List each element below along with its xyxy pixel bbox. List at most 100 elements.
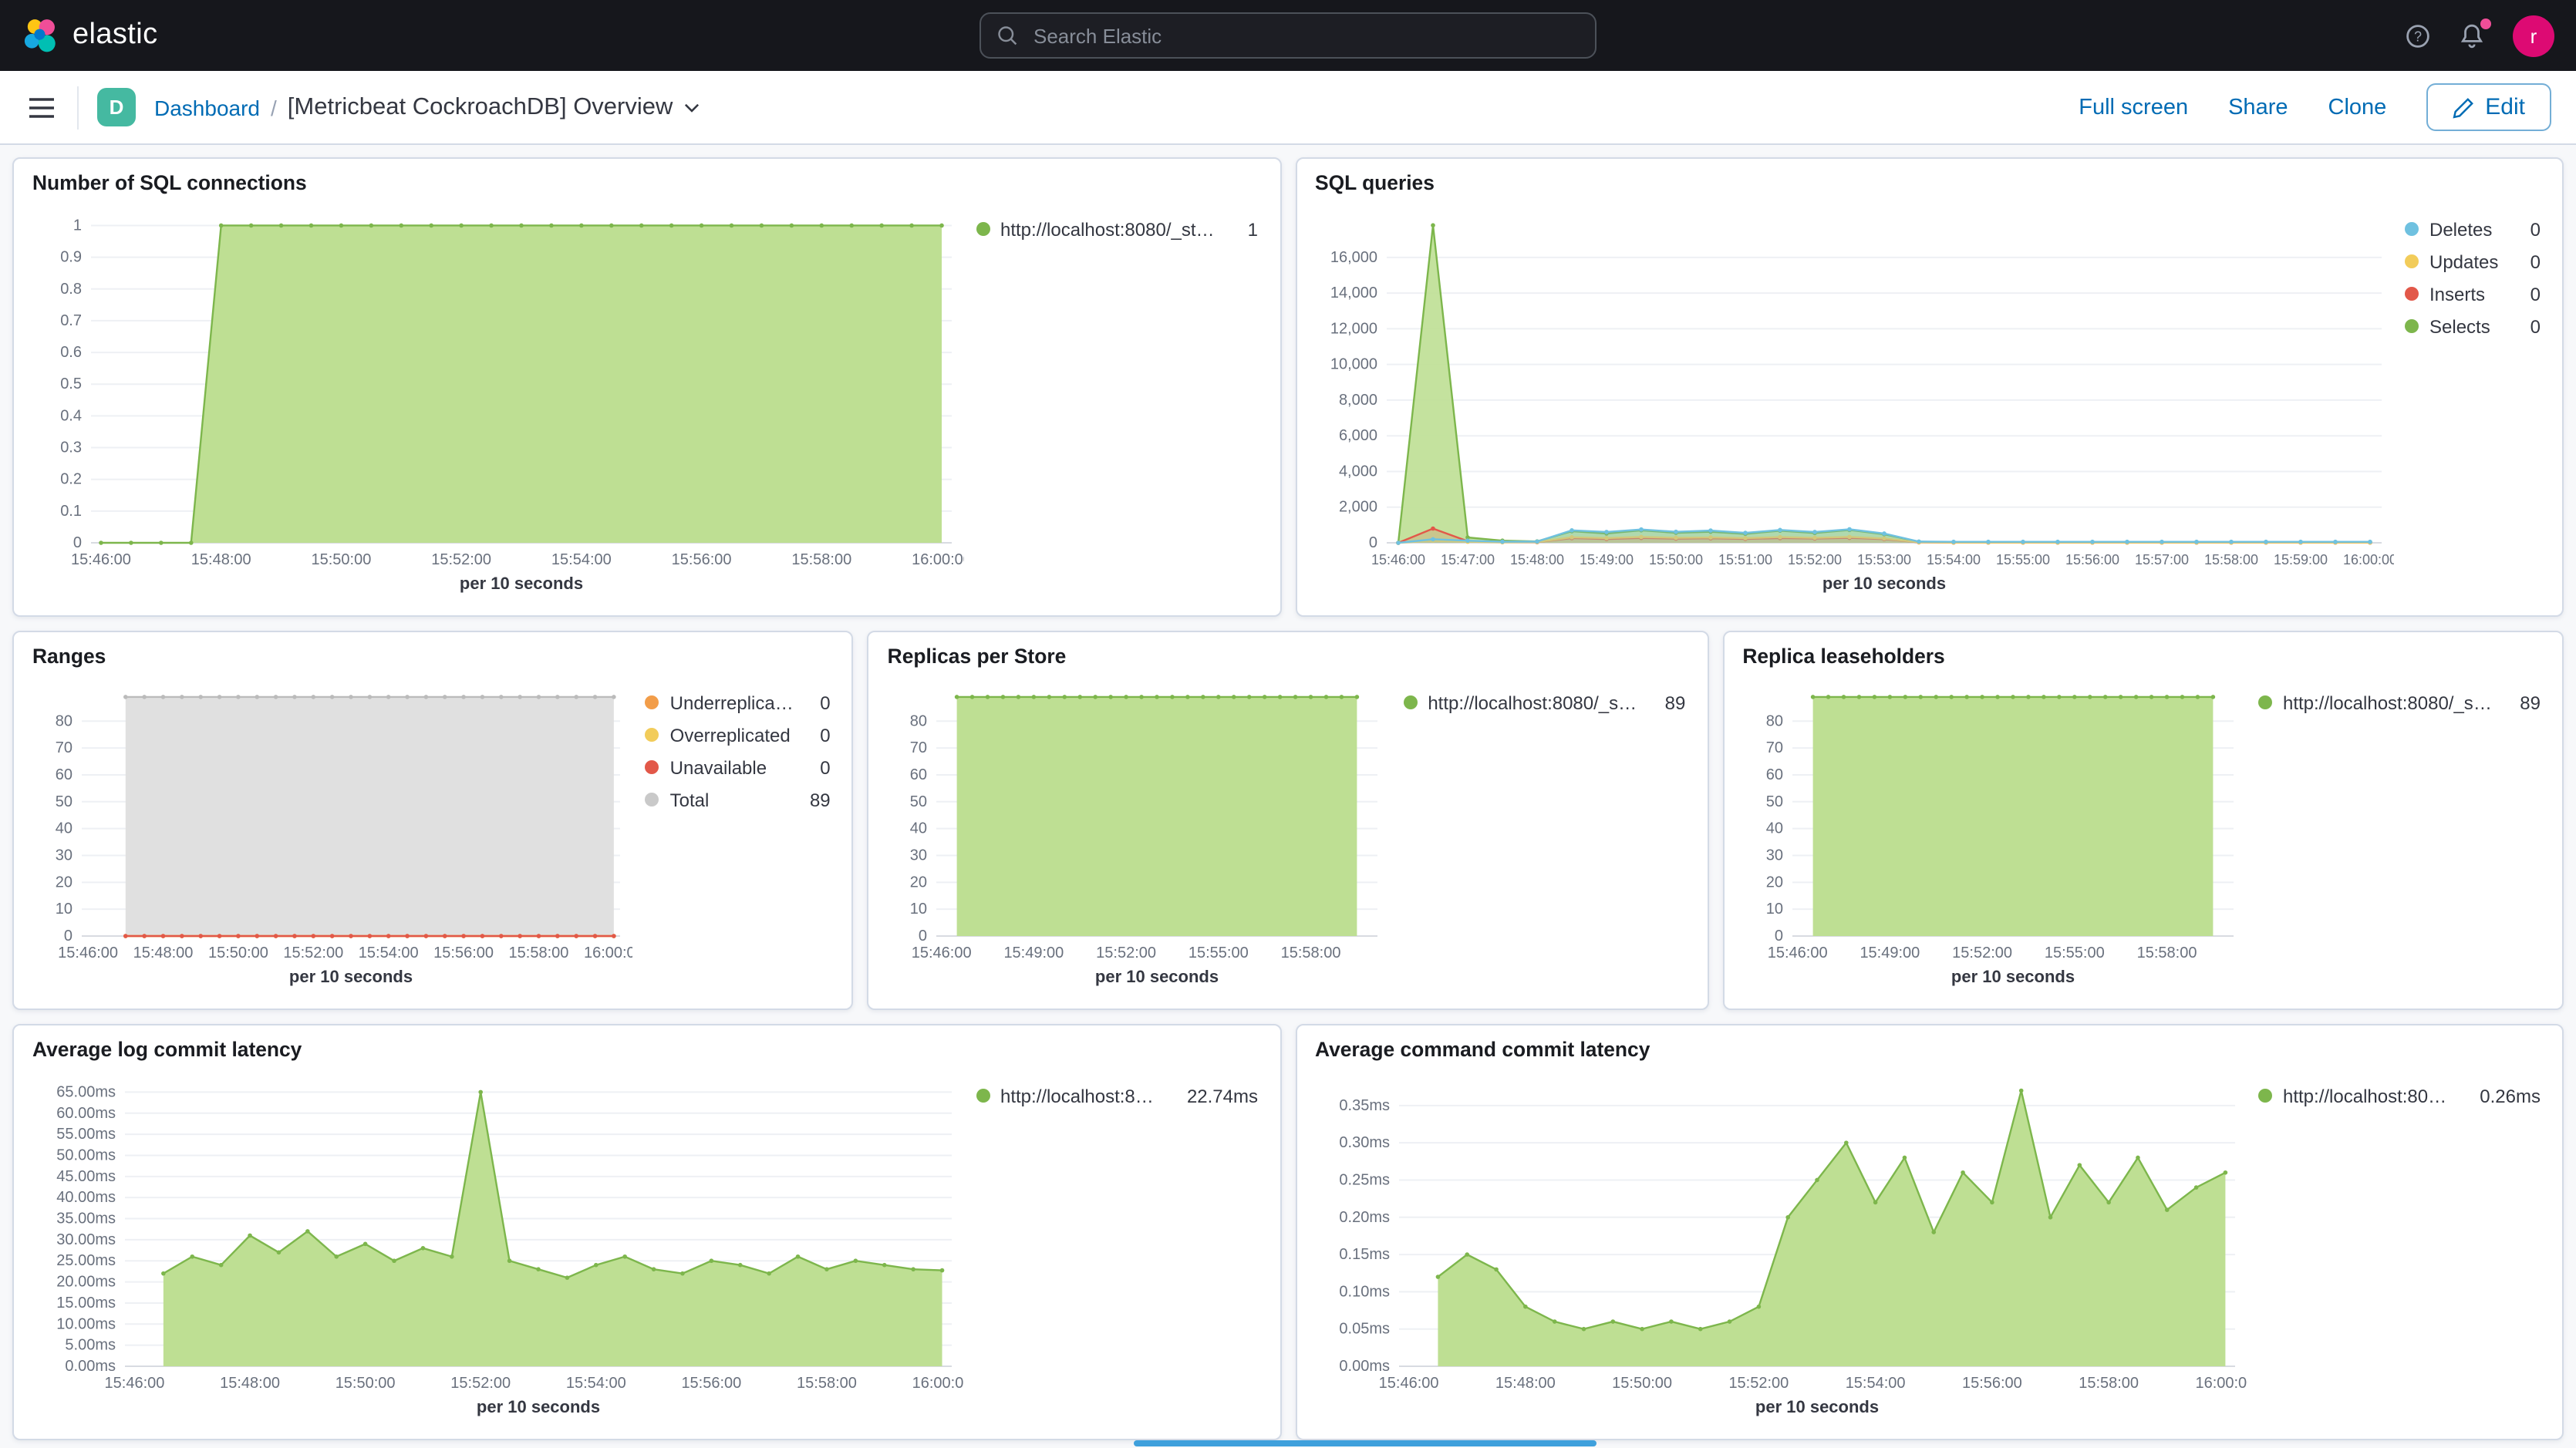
notifications-icon[interactable] [2459,22,2485,49]
elastic-logo[interactable] [22,16,60,55]
svg-text:0.35ms: 0.35ms [1338,1097,1389,1114]
legend-item[interactable]: Inserts0 [2405,278,2541,310]
panel-title: Replica leaseholders [1742,645,2547,668]
svg-text:0.6: 0.6 [60,344,82,361]
svg-text:0.30ms: 0.30ms [1338,1134,1389,1151]
svg-text:15:52:00: 15:52:00 [450,1375,511,1392]
legend-value: 1 [1236,218,1258,240]
svg-text:15:54:00: 15:54:00 [551,551,612,568]
full-screen-button[interactable]: Full screen [2079,95,2188,120]
breadcrumb-separator: / [271,95,277,120]
svg-text:10: 10 [56,901,72,918]
search-input[interactable] [1030,22,1580,49]
legend-value: 0 [2518,283,2541,305]
space-badge[interactable]: D [97,88,136,126]
svg-text:0.7: 0.7 [60,312,82,329]
svg-text:0.05ms: 0.05ms [1338,1321,1389,1338]
user-avatar[interactable]: r [2513,15,2554,56]
legend-item[interactable]: http://localhost:808...22.74ms [976,1079,1258,1112]
svg-text:60: 60 [1765,766,1782,783]
svg-text:15:58:00: 15:58:00 [797,1375,857,1392]
svg-text:14,000: 14,000 [1330,285,1377,301]
svg-text:0: 0 [1774,928,1782,945]
sql-connections-chart[interactable]: 00.10.20.30.40.50.60.70.80.9115:46:0015:… [29,197,963,598]
svg-text:10.00ms: 10.00ms [56,1315,116,1332]
svg-text:16:00:00: 16:00:00 [584,945,632,961]
help-icon[interactable]: ? [2405,22,2431,49]
svg-text:0.1: 0.1 [60,503,82,520]
svg-text:16:00:00: 16:00:00 [912,551,964,568]
legend-item[interactable]: Selects0 [2405,310,2541,342]
svg-text:50.00ms: 50.00ms [56,1147,116,1163]
svg-text:15:52:00: 15:52:00 [431,551,491,568]
legend-value: 0.26ms [2467,1085,2541,1106]
panel-title: SQL queries [1315,171,2547,194]
ranges-chart[interactable]: 0102030405060708015:46:0015:48:0015:50:0… [29,671,633,992]
legend-value: 89 [2507,692,2541,713]
legend-item[interactable]: Deletes0 [2405,213,2541,245]
svg-text:50: 50 [910,793,927,810]
svg-text:15:50:00: 15:50:00 [1611,1375,1671,1392]
svg-text:16,000: 16,000 [1330,249,1377,266]
legend-color-dot [2258,695,2272,709]
breadcrumb-dashboard[interactable]: Dashboard [154,95,260,120]
svg-text:15:51:00: 15:51:00 [1718,552,1772,567]
edit-button-label: Edit [2485,94,2525,120]
title-chevron-icon[interactable] [682,97,702,117]
svg-text:15:46:00: 15:46:00 [1371,552,1425,567]
svg-text:per 10 seconds: per 10 seconds [1822,574,1945,593]
dashboard-grid: Number of SQL connections 00.10.20.30.40… [0,145,2576,1448]
global-search-box[interactable] [979,12,1597,59]
legend-item[interactable]: http://localhost:8080/_sta...89 [1403,686,1685,719]
legend-label: http://localhost:8080/_sta... [1428,692,1641,713]
svg-text:per 10 seconds: per 10 seconds [1096,967,1219,986]
svg-text:15:55:00: 15:55:00 [2044,945,2104,961]
legend-item[interactable]: http://localhost:8080/_stat...1 [976,213,1258,245]
legend-item[interactable]: Updates0 [2405,245,2541,278]
legend-label: Deletes [2429,218,2492,240]
legend-value: 0 [2518,315,2541,337]
svg-text:40.00ms: 40.00ms [56,1189,116,1206]
replica-leaseholders-chart[interactable]: 0102030405060708015:46:0015:49:0015:52:0… [1739,671,2246,992]
legend-label: Underreplicated [670,692,797,713]
edit-button[interactable]: Edit [2426,83,2551,131]
svg-text:per 10 seconds: per 10 seconds [1755,1397,1878,1416]
hamburger-icon [28,96,56,118]
svg-text:15:53:00: 15:53:00 [1856,552,1910,567]
svg-text:6,000: 6,000 [1338,427,1377,444]
command-commit-latency-chart[interactable]: 0.00ms0.05ms0.10ms0.15ms0.20ms0.25ms0.30… [1312,1064,2246,1422]
chart-legend: http://localhost:8080/_stat...1 [963,197,1264,598]
share-button[interactable]: Share [2228,95,2288,120]
svg-text:per 10 seconds: per 10 seconds [460,574,583,593]
clone-button[interactable]: Clone [2328,95,2387,120]
svg-text:0.20ms: 0.20ms [1338,1209,1389,1226]
legend-label: http://localhost:808... [1000,1085,1164,1106]
brand-name: elastic [72,19,158,52]
svg-text:15:46:00: 15:46:00 [105,1375,165,1392]
svg-text:30: 30 [1765,847,1782,864]
legend-item[interactable]: Underreplicated0 [646,686,831,719]
legend-color-dot [646,760,659,774]
legend-item[interactable]: Unavailable0 [646,751,831,783]
svg-text:35.00ms: 35.00ms [56,1211,116,1227]
page-title: [Metricbeat CockroachDB] Overview [288,93,673,121]
svg-text:15:56:00: 15:56:00 [1961,1375,2021,1392]
legend-item[interactable]: http://localhost:8080...0.26ms [2258,1079,2541,1112]
legend-item[interactable]: Total89 [646,783,831,816]
svg-text:0.8: 0.8 [60,281,82,298]
svg-text:15:50:00: 15:50:00 [208,945,268,961]
log-commit-latency-chart[interactable]: 0.00ms5.00ms10.00ms15.00ms20.00ms25.00ms… [29,1064,963,1422]
legend-label: Overreplicated [670,724,791,746]
sql-queries-chart[interactable]: 02,0004,0006,0008,00010,00012,00014,0001… [1312,197,2392,598]
svg-text:10: 10 [910,901,927,918]
horizontal-scrollbar-thumb[interactable] [1134,1440,1597,1446]
svg-text:16:00:00: 16:00:00 [2194,1375,2247,1392]
replicas-per-store-chart[interactable]: 0102030405060708015:46:0015:49:0015:52:0… [885,671,1391,992]
legend-color-dot [2405,254,2419,268]
legend-item[interactable]: http://localhost:8080/_sta...89 [2258,686,2541,719]
legend-item[interactable]: Overreplicated0 [646,719,831,751]
menu-button[interactable] [25,86,79,129]
panel-title: Number of SQL connections [32,171,1264,194]
svg-text:5.00ms: 5.00ms [65,1337,116,1354]
svg-text:16:00:00: 16:00:00 [912,1375,964,1392]
